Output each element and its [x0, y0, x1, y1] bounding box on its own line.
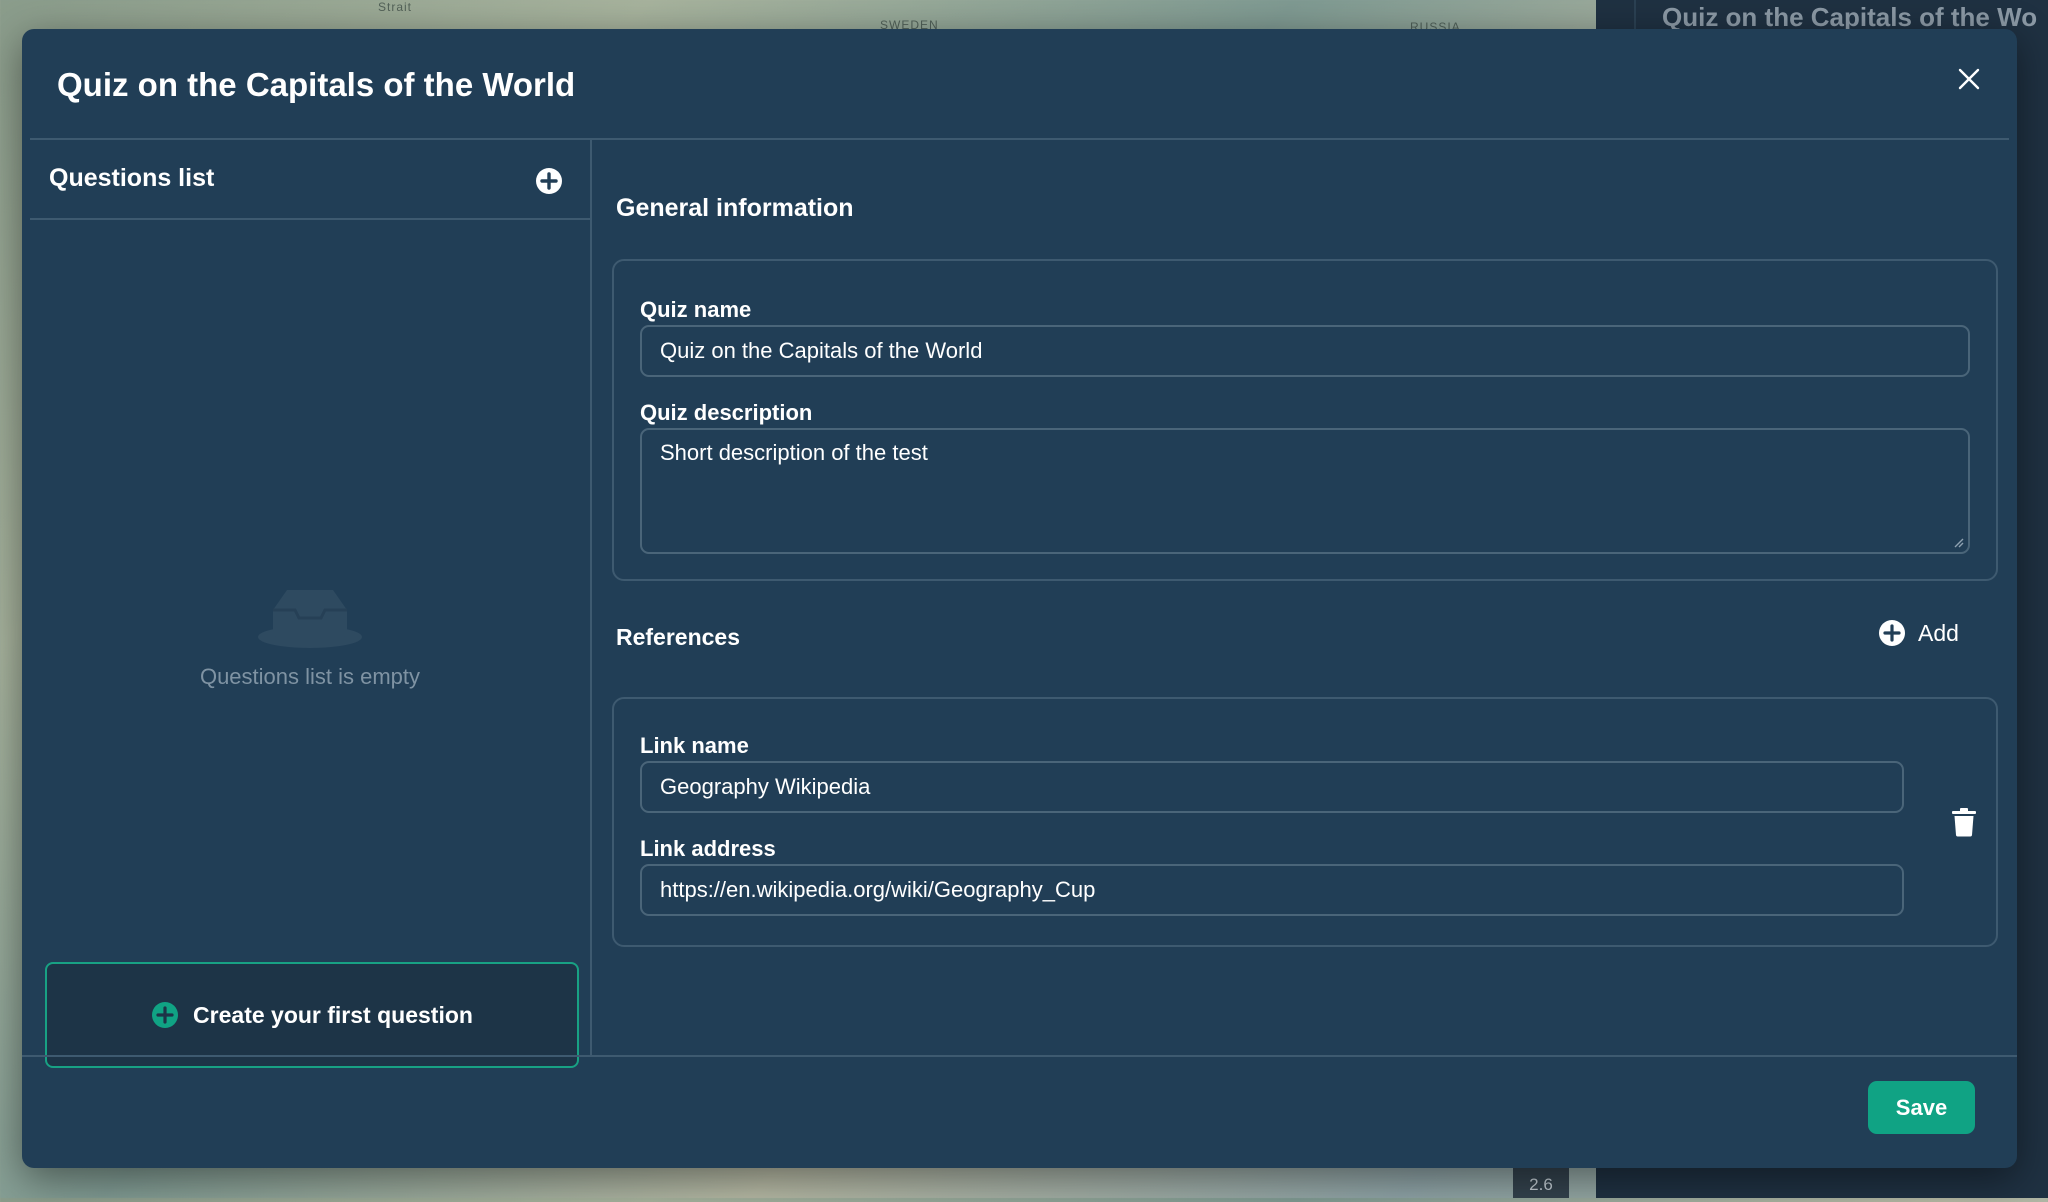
quiz-settings-panel: General information Quiz name Quiz on th… — [592, 140, 2017, 1055]
create-first-question-button[interactable]: Create your first question — [45, 962, 579, 1068]
empty-inbox-icon — [258, 590, 362, 648]
close-button[interactable] — [1947, 57, 1991, 101]
quiz-description-value: Short description of the test — [660, 440, 928, 465]
create-first-question-label: Create your first question — [193, 1001, 473, 1028]
quiz-description-label: Quiz description — [640, 400, 813, 425]
trash-icon — [1952, 808, 1976, 837]
modal-header: Quiz on the Capitals of the World — [22, 29, 2017, 139]
plus-circle-icon — [536, 168, 562, 194]
delete-reference-button[interactable] — [1944, 802, 1984, 842]
questions-list-title: Questions list — [49, 164, 215, 192]
quiz-description-textarea[interactable]: Short description of the test — [640, 428, 1970, 554]
footer-divider — [22, 1055, 2017, 1057]
general-information-title: General information — [616, 194, 854, 222]
references-title: References — [616, 624, 741, 650]
add-reference-label: Add — [1918, 619, 1959, 646]
quiz-name-label: Quiz name — [640, 297, 752, 322]
add-question-button[interactable] — [534, 166, 564, 196]
empty-state-text: Questions list is empty — [199, 664, 421, 689]
add-reference-button[interactable]: Add — [1878, 613, 1959, 653]
zoom-level-indicator: 2.6 — [1513, 1168, 1569, 1198]
link-address-input[interactable]: https://en.wikipedia.org/wiki/Geography_… — [640, 864, 1904, 916]
link-name-label: Link name — [640, 733, 749, 758]
reference-card: Link name Geography Wikipedia Link addre… — [612, 697, 1998, 947]
quiz-editor-modal: Quiz on the Capitals of the World Questi… — [22, 29, 2017, 1168]
link-address-label: Link address — [640, 836, 776, 861]
plus-circle-icon — [1879, 620, 1905, 646]
resize-handle-icon[interactable] — [1952, 536, 1964, 548]
link-name-input[interactable]: Geography Wikipedia — [640, 761, 1904, 813]
save-button[interactable]: Save — [1868, 1081, 1975, 1134]
map-label: Strait — [378, 0, 413, 14]
questions-panel: Questions list Questions list is empty C… — [30, 140, 592, 1068]
quiz-name-input[interactable]: Quiz on the Capitals of the World — [640, 325, 1970, 377]
plus-circle-icon — [152, 1002, 179, 1028]
general-information-card: Quiz name Quiz on the Capitals of the Wo… — [612, 259, 1998, 581]
close-icon — [1958, 68, 1980, 90]
empty-state: Questions list is empty — [30, 580, 590, 690]
questions-panel-header: Questions list — [30, 140, 590, 220]
modal-title: Quiz on the Capitals of the World — [57, 66, 576, 103]
